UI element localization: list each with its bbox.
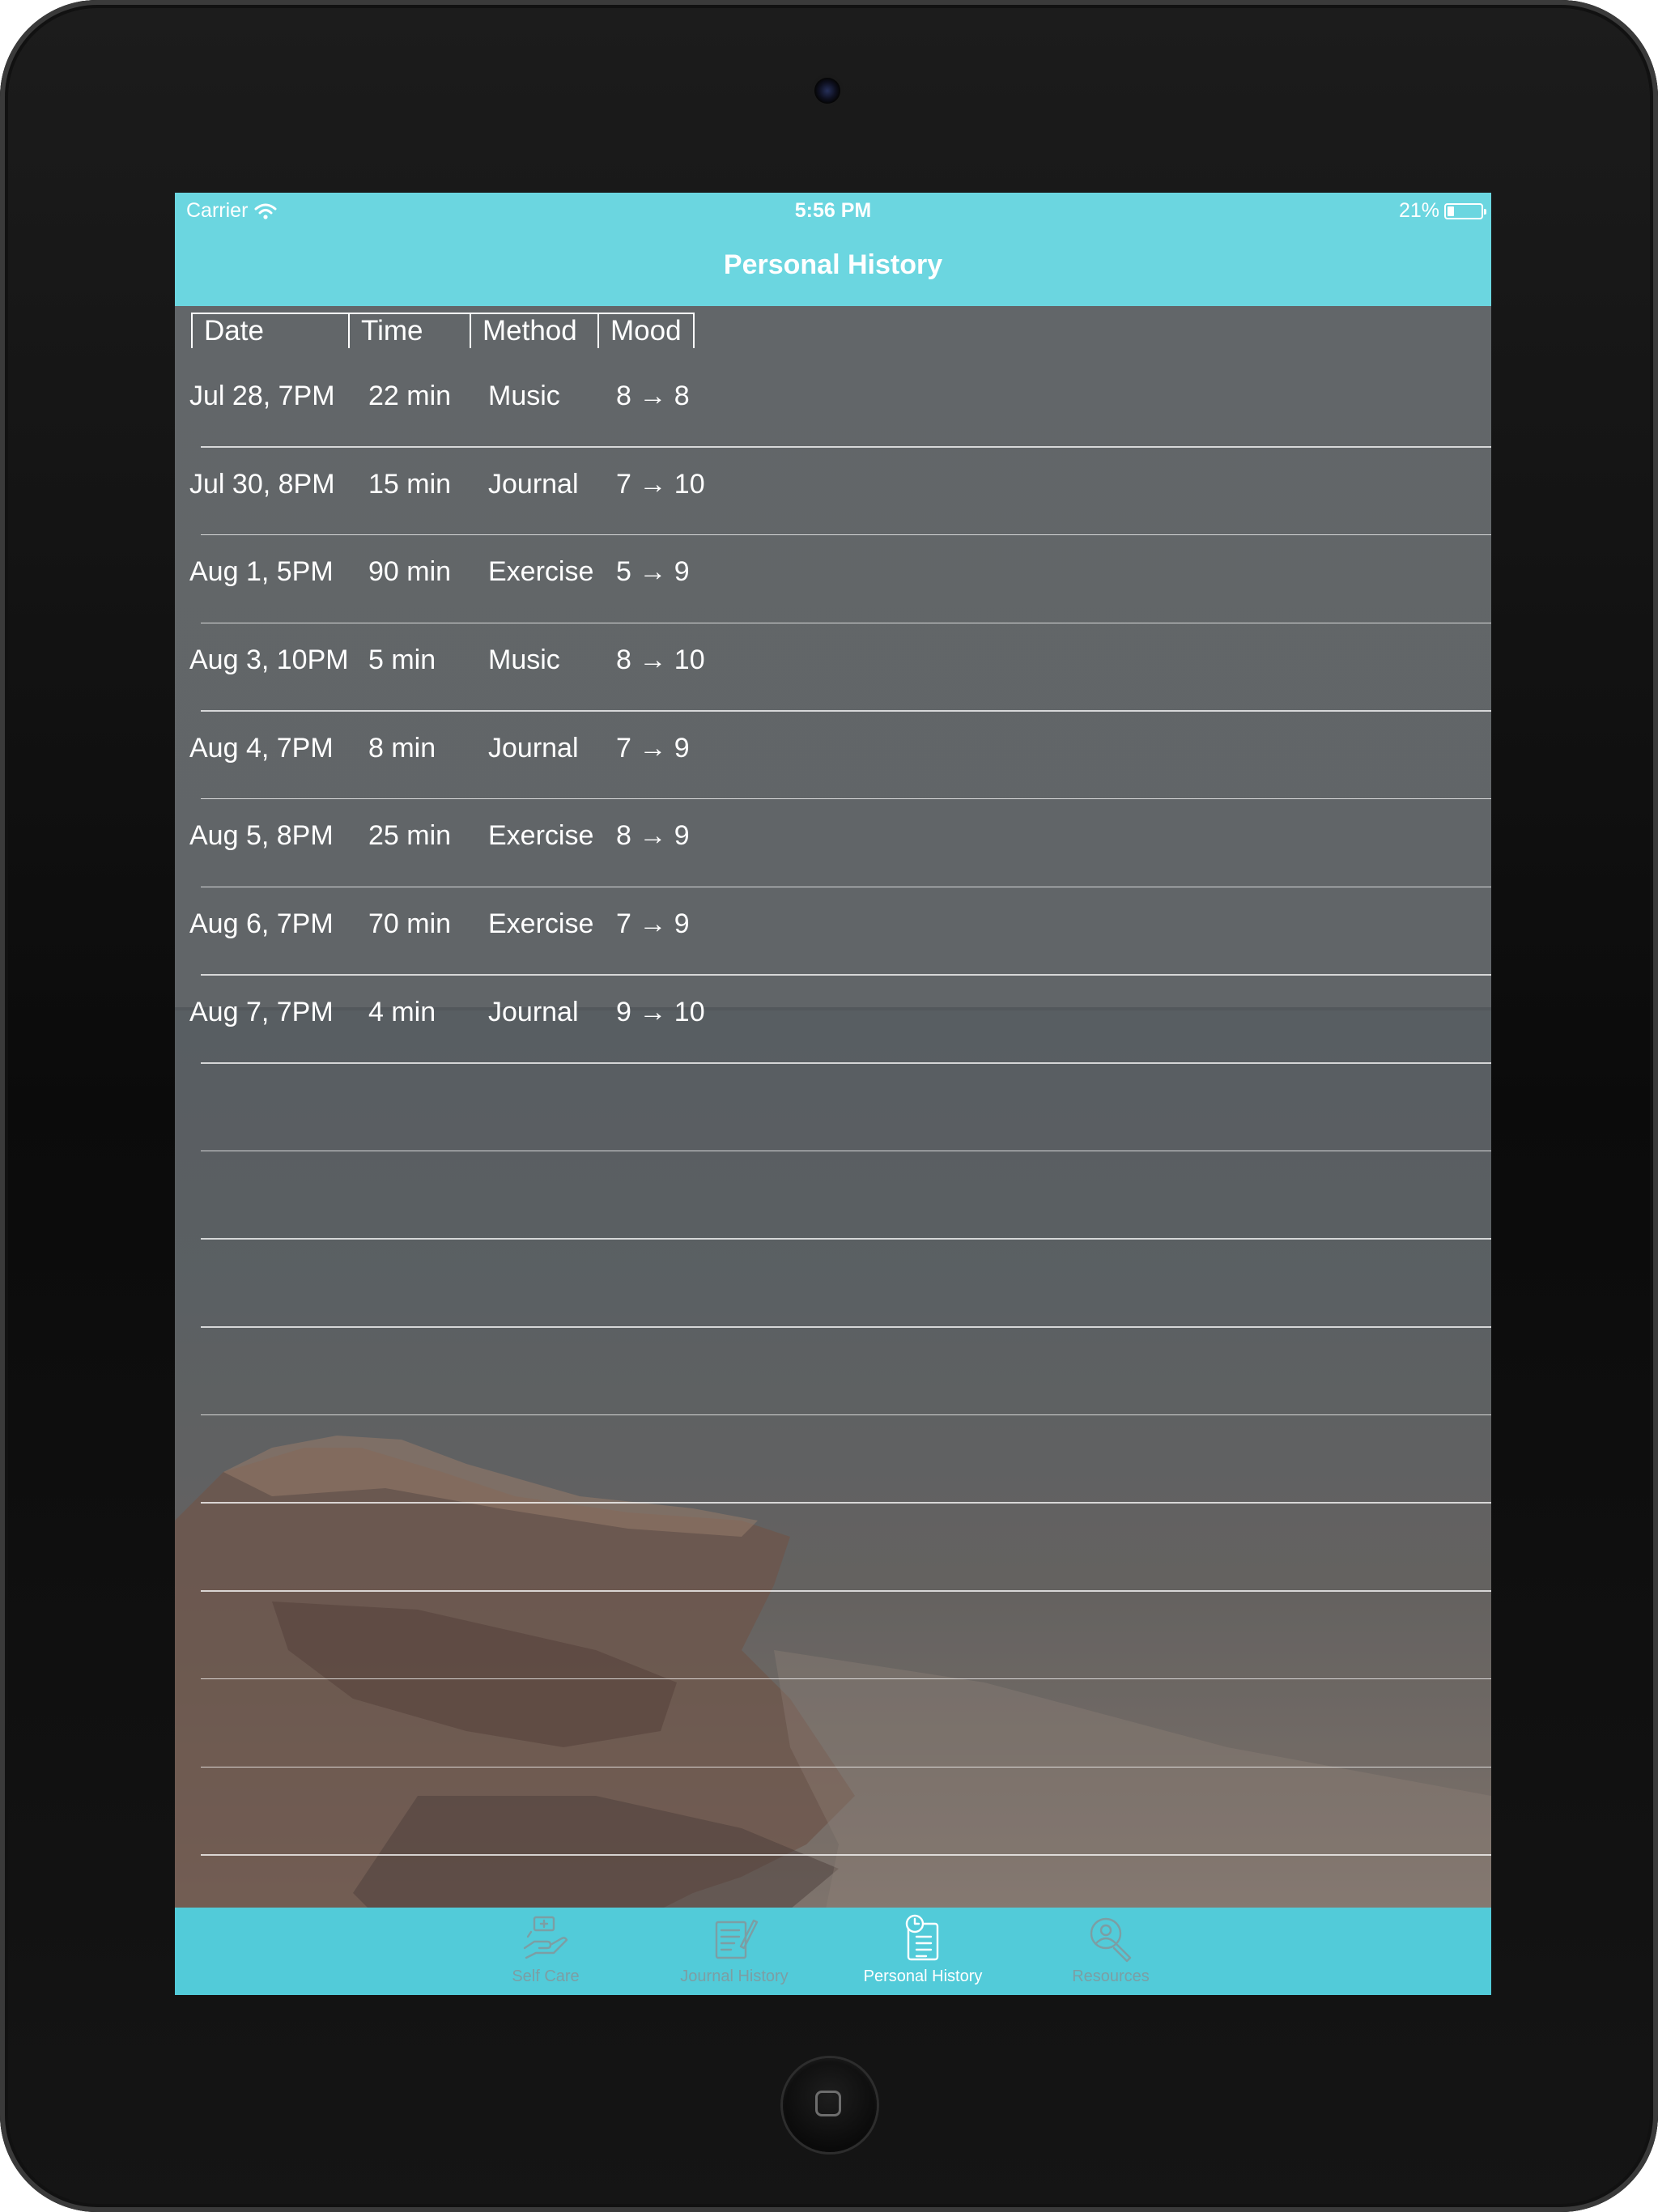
cell-time: 4 min [368, 996, 436, 1027]
table-row[interactable]: Jul 30, 8PM 15 min Journal 7 → 10 [175, 448, 1491, 536]
tab-self-care[interactable]: Self Care [461, 1908, 631, 1995]
column-header-date: Date [191, 314, 348, 348]
cell-date: Aug 5, 8PM [189, 820, 334, 852]
table-row[interactable]: Aug 6, 7PM 70 min Exercise 7 → 9 [175, 887, 1491, 976]
navigation-bar: Carrier 5:56 PM 21% Personal History [175, 193, 1491, 306]
cell-mood: 8 → 8 [616, 381, 690, 411]
person-search-icon [1085, 1912, 1137, 1964]
table-row[interactable]: Aug 7, 7PM 4 min Journal 9 → 10 [175, 976, 1491, 1064]
table-row[interactable] [175, 1767, 1491, 1856]
cell-date: Aug 4, 7PM [189, 732, 334, 764]
table-row[interactable]: Jul 28, 7PM 22 min Music 8 → 8 [175, 359, 1491, 448]
tab-label: Resources [1072, 1967, 1150, 1985]
cell-date: Jul 30, 8PM [189, 468, 335, 500]
history-table-header: Date Time Method Mood [191, 313, 695, 348]
table-row[interactable] [175, 1151, 1491, 1240]
tab-label: Journal History [680, 1967, 789, 1985]
tab-label: Self Care [512, 1967, 580, 1985]
cell-mood: 7 → 9 [616, 732, 690, 764]
cell-mood: 7 → 9 [616, 908, 690, 940]
cell-mood: 9 → 10 [616, 996, 705, 1027]
self-care-icon [520, 1912, 572, 1964]
cell-mood: 5 → 9 [616, 556, 690, 588]
battery-percentage: 21% [1398, 199, 1439, 222]
cell-time: 90 min [368, 556, 452, 588]
cell-date: Aug 1, 5PM [189, 556, 334, 588]
cell-date: Aug 6, 7PM [189, 908, 334, 940]
table-row[interactable] [175, 1064, 1491, 1152]
front-camera [814, 78, 840, 104]
cell-method: Exercise [488, 908, 594, 940]
home-button-square-icon [815, 2091, 841, 2116]
tab-label: Personal History [863, 1967, 983, 1985]
table-row[interactable] [175, 1679, 1491, 1767]
cell-method: Journal [488, 732, 579, 764]
cell-time: 5 min [368, 644, 436, 676]
status-time: 5:56 PM [794, 199, 872, 222]
column-header-mood: Mood [597, 314, 695, 348]
column-header-time: Time [348, 314, 470, 348]
table-row[interactable] [175, 1328, 1491, 1416]
table-row[interactable] [175, 1240, 1491, 1328]
tab-personal-history[interactable]: Personal History [838, 1908, 1008, 1995]
table-row[interactable]: Aug 3, 10PM 5 min Music 8 → 10 [175, 623, 1491, 712]
page-title: Personal History [723, 249, 943, 280]
cell-time: 25 min [368, 820, 452, 852]
table-row[interactable] [175, 1504, 1491, 1592]
status-battery-group: 21% [1398, 199, 1486, 223]
cell-method: Journal [488, 996, 579, 1027]
battery-icon [1444, 202, 1486, 219]
table-row[interactable] [175, 1592, 1491, 1680]
cell-date: Jul 28, 7PM [189, 381, 335, 411]
cell-mood: 8 → 10 [616, 644, 705, 676]
home-button[interactable] [783, 2058, 877, 2152]
cell-time: 8 min [368, 732, 436, 764]
cell-date: Aug 7, 7PM [189, 996, 334, 1027]
ipad-device-frame: Carrier 5:56 PM 21% Personal History Dat… [0, 0, 1658, 2212]
journal-icon [708, 1912, 760, 1964]
tab-bar: Self Care Journal History Personal History… [175, 1908, 1491, 1995]
cell-method: Music [488, 644, 560, 676]
tab-resources[interactable]: Resources [1026, 1908, 1196, 1995]
cell-method: Music [488, 381, 560, 411]
cell-method: Exercise [488, 556, 594, 588]
table-row[interactable]: Aug 4, 7PM 8 min Journal 7 → 9 [175, 712, 1491, 800]
cell-method: Exercise [488, 820, 594, 852]
cell-time: 15 min [368, 468, 452, 500]
history-table: Jul 28, 7PM 22 min Music 8 → 8 Jul 30, 8PM 15… [175, 359, 1491, 1944]
cell-time: 70 min [368, 908, 452, 940]
table-row[interactable]: Aug 5, 8PM 25 min Exercise 8 → 9 [175, 799, 1491, 887]
clipboard-clock-icon [897, 1912, 949, 1964]
status-bar: Carrier 5:56 PM 21% [175, 193, 1491, 230]
cell-mood: 7 → 10 [616, 468, 705, 500]
app-screen: Carrier 5:56 PM 21% Personal History Dat… [175, 193, 1491, 1995]
table-row[interactable]: Aug 1, 5PM 90 min Exercise 5 → 9 [175, 535, 1491, 623]
column-header-method: Method [470, 314, 597, 348]
cell-date: Aug 3, 10PM [189, 644, 349, 676]
tab-journal-history[interactable]: Journal History [649, 1908, 819, 1995]
battery-level-fill [1448, 206, 1454, 216]
cell-mood: 8 → 9 [616, 820, 690, 852]
table-row[interactable] [175, 1415, 1491, 1504]
cell-method: Journal [488, 468, 579, 500]
cell-time: 22 min [368, 381, 452, 411]
